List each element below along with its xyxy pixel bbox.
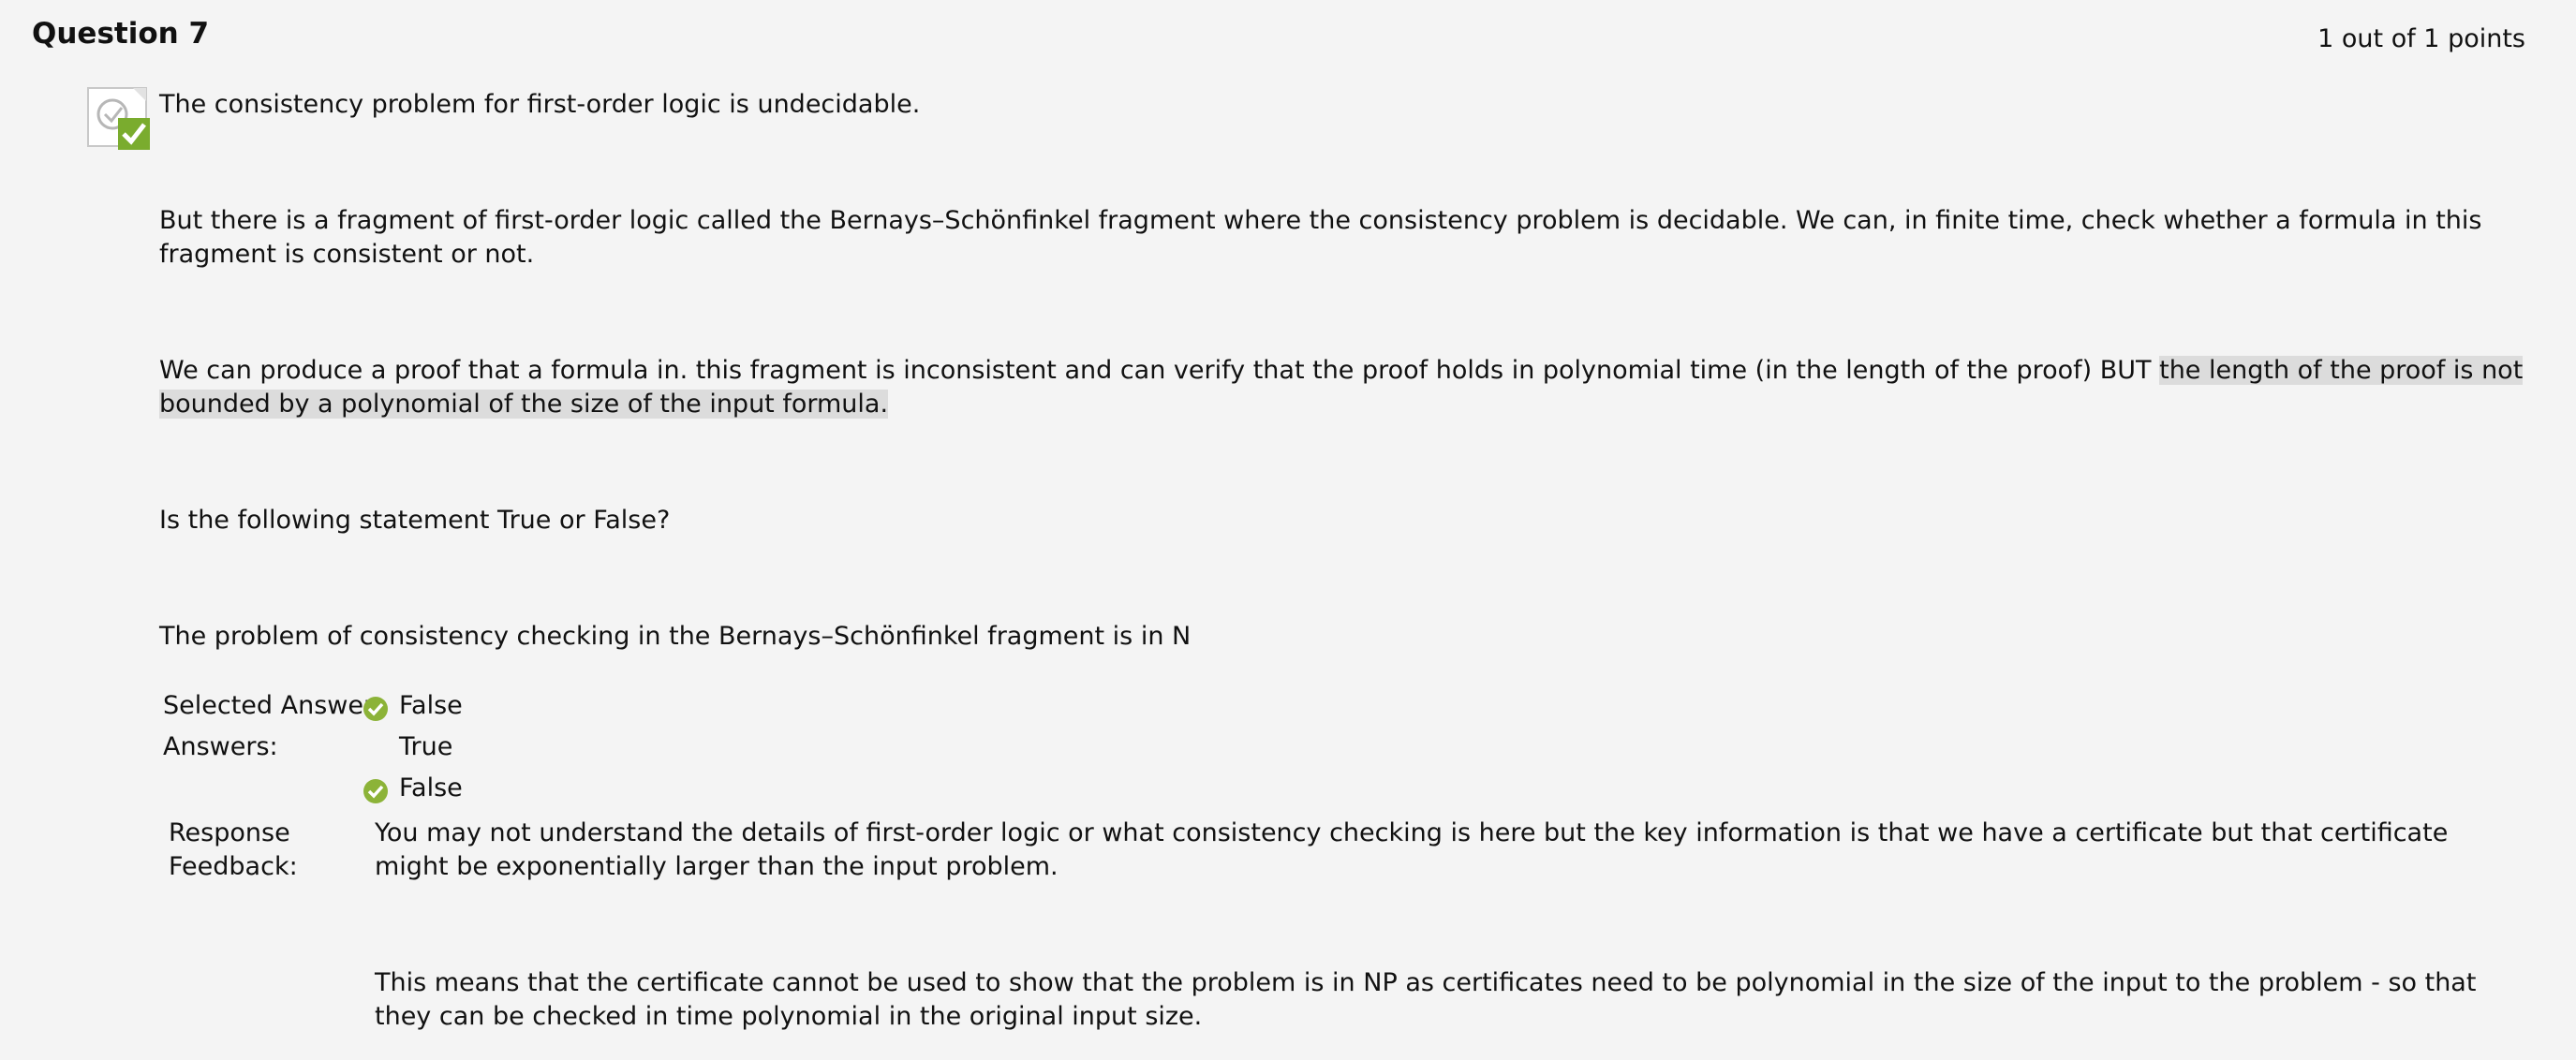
question-title: Question 7	[32, 17, 210, 51]
question-statement: The problem of consistency checking in t…	[159, 622, 1192, 651]
question-text-3-plain: We can produce a proof that a formula in…	[159, 356, 2160, 385]
selected-answer-value: False	[399, 691, 463, 720]
question-prompt: Is the following statement True or False…	[159, 506, 671, 535]
answer-option-true: True	[399, 732, 453, 761]
answer-option-false: False	[399, 773, 463, 802]
response-feedback-text-1: You may not understand the details of fi…	[375, 818, 2449, 881]
question-text-3: We can produce a proof that a formula in…	[159, 354, 2539, 421]
answers-label: Answers:	[163, 732, 278, 761]
correct-question-icon	[87, 87, 150, 150]
question-text-2: But there is a fragment of first-order l…	[159, 206, 2482, 269]
correct-check-icon	[363, 697, 388, 721]
question-text-1: The consistency problem for first-order …	[159, 90, 921, 119]
correct-check-icon	[363, 779, 388, 803]
question-points: 1 out of 1 points	[2317, 24, 2525, 53]
response-feedback-label: Response Feedback:	[169, 818, 298, 881]
response-feedback-text-2: This means that the certificate cannot b…	[375, 968, 2477, 1031]
selected-answer-label: Selected Answer:	[163, 691, 382, 720]
